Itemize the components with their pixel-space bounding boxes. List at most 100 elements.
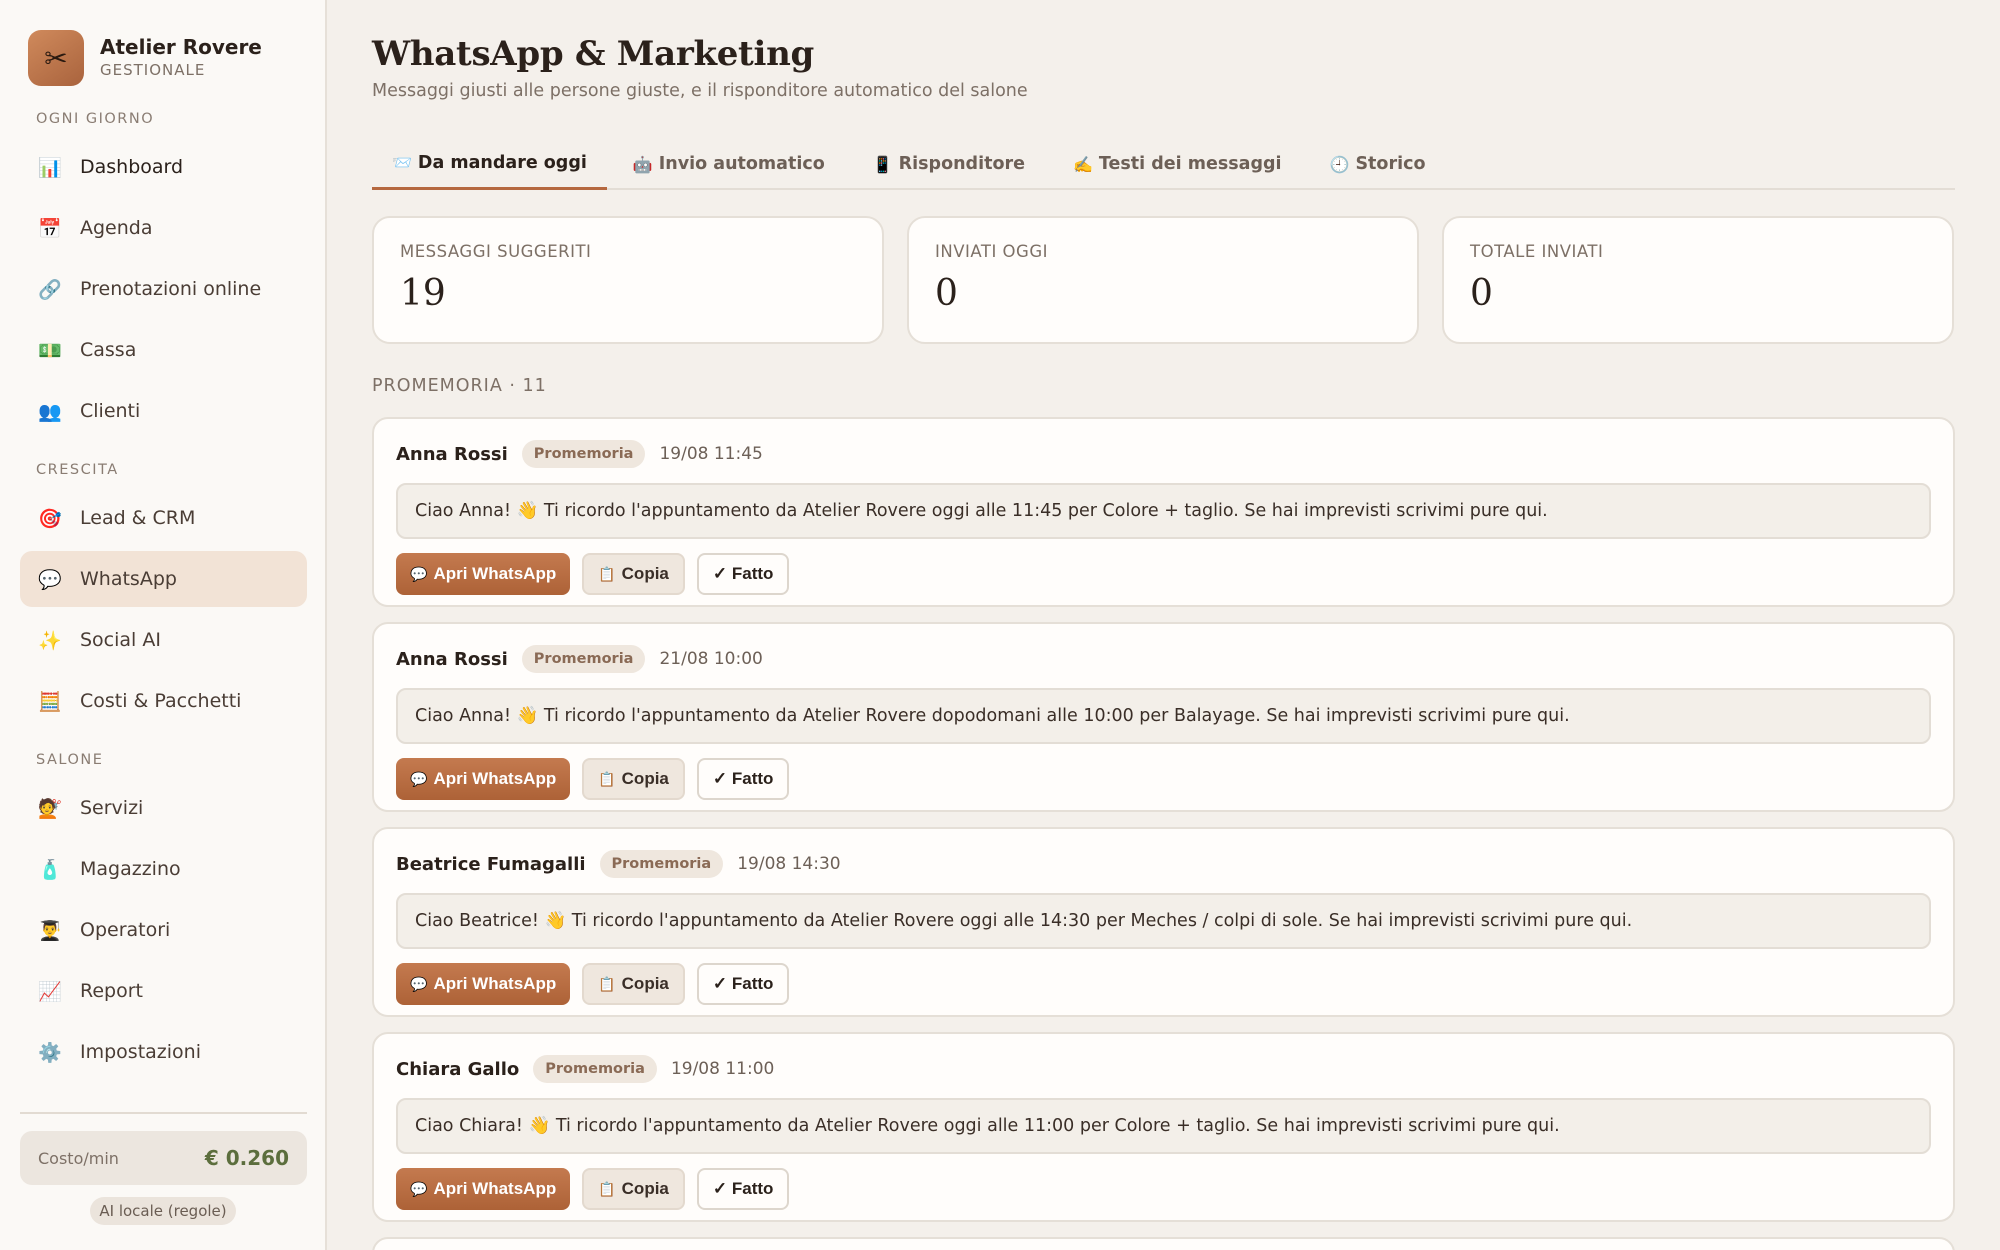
sidebar-item-agenda[interactable]: 📅 Agenda [20, 200, 307, 256]
sidebar-item-operatori[interactable]: 👨‍🎓 Operatori [20, 902, 307, 958]
sidebar-item-online-booking[interactable]: 🔗 Prenotazioni online [20, 261, 307, 317]
done-button[interactable]: ✓ Fatto [696, 1168, 790, 1210]
button-label: Copia [621, 1179, 669, 1198]
section-heading: PROMEMORIA · 11 [372, 376, 547, 396]
target-icon: 🎯 [38, 507, 62, 530]
tab-invio-automatico[interactable]: 🤖 Invio automatico [613, 138, 845, 190]
done-button[interactable]: ✓ Fatto [696, 758, 790, 800]
scissors-icon: ✂ [28, 30, 84, 86]
users-icon: 👥 [38, 400, 62, 423]
open-whatsapp-button[interactable]: 💬 Apri WhatsApp [396, 1168, 571, 1210]
sidebar-item-label: Magazzino [80, 858, 181, 880]
sidebar-item-magazzino[interactable]: 🧴 Magazzino [20, 841, 307, 897]
stat-value: 0 [1470, 273, 1493, 314]
sidebar-item-dashboard[interactable]: 📊 Dashboard [20, 139, 307, 195]
page-subtitle: Messaggi giusti alle persone giuste, e i… [372, 81, 1028, 101]
sidebar-item-label: Social AI [80, 629, 161, 651]
stat-label: INVIATI OGGI [935, 242, 1048, 261]
clock-icon: 🕘 [1329, 154, 1350, 174]
message-type-badge: Promemoria [521, 440, 646, 468]
message-list: Anna Rossi Promemoria 19/08 11:45 Ciao A… [372, 417, 1955, 1250]
sidebar-item-label: Costi & Pacchetti [80, 690, 242, 712]
open-whatsapp-button[interactable]: 💬 Apri WhatsApp [396, 553, 571, 595]
speech-bubble-icon: 💬 [410, 975, 428, 992]
cost-label: Costo/min [38, 1148, 119, 1168]
sidebar-item-report[interactable]: 📈 Report [20, 963, 307, 1019]
nav-section-daily: OGNI GIORNO [36, 111, 155, 127]
sidebar-item-label: Clienti [80, 400, 141, 422]
calendar-icon: 📅 [38, 217, 62, 240]
sidebar-item-social-ai[interactable]: ✨ Social AI [20, 612, 307, 668]
tab-label: Storico [1355, 154, 1426, 174]
sidebar-item-lead-crm[interactable]: 🎯 Lead & CRM [20, 490, 307, 546]
tab-risponditore[interactable]: 📱 Risponditore [853, 138, 1045, 190]
stat-label: TOTALE INVIATI [1470, 242, 1604, 261]
message-text[interactable]: Ciao Anna! 👋 Ti ricordo l'appuntamento d… [396, 688, 1931, 744]
message-text[interactable]: Ciao Anna! 👋 Ti ricordo l'appuntamento d… [396, 483, 1931, 539]
clipboard-icon: 📋 [598, 770, 616, 787]
stat-card-sent-today: INVIATI OGGI 0 [907, 216, 1419, 344]
sidebar-item-impostazioni[interactable]: ⚙️ Impostazioni [20, 1024, 307, 1080]
button-label: Apri WhatsApp [433, 1179, 557, 1198]
tab-label: Testi dei messaggi [1098, 154, 1282, 174]
speech-bubble-icon: 💬 [38, 568, 62, 591]
tab-testi-messaggi[interactable]: ✍️ Testi dei messaggi [1053, 138, 1302, 190]
stats-row: MESSAGGI SUGGERITI 19 INVIATI OGGI 0 TOT… [372, 216, 1955, 344]
nav-section-salon: SALONE [36, 752, 104, 768]
copy-button[interactable]: 📋 Copia [582, 553, 685, 595]
brand[interactable]: ✂ Atelier Rovere GESTIONALE [28, 30, 262, 86]
button-label: Copia [621, 769, 669, 788]
message-text[interactable]: Ciao Chiara! 👋 Ti ricordo l'appuntamento… [396, 1098, 1931, 1154]
chart-icon: 📊 [38, 156, 62, 179]
tab-storico[interactable]: 🕘 Storico [1310, 138, 1446, 190]
sidebar-item-whatsapp[interactable]: 💬 WhatsApp [20, 551, 307, 607]
abacus-icon: 🧮 [38, 690, 62, 713]
sidebar-item-label: Dashboard [80, 156, 184, 178]
open-whatsapp-button[interactable]: 💬 Apri WhatsApp [396, 758, 571, 800]
button-label: Copia [621, 564, 669, 583]
inbox-tray-icon: 📨 [392, 153, 412, 172]
sidebar-item-label: Impostazioni [80, 1041, 201, 1063]
sidebar: ✂ Atelier Rovere GESTIONALE OGNI GIORNO … [0, 0, 327, 1250]
sidebar-item-costs-packages[interactable]: 🧮 Costi & Pacchetti [20, 673, 307, 729]
copy-button[interactable]: 📋 Copia [582, 758, 685, 800]
appointment-time: 21/08 10:00 [659, 649, 763, 669]
sidebar-item-label: WhatsApp [80, 568, 177, 590]
tab-label: Da mandare oggi [417, 152, 587, 173]
clipboard-icon: 📋 [598, 975, 616, 992]
page-title: WhatsApp & Marketing [372, 34, 814, 74]
sidebar-item-cassa[interactable]: 💵 Cassa [20, 322, 307, 378]
sidebar-item-label: Agenda [80, 217, 153, 239]
button-label: Apri WhatsApp [433, 564, 557, 583]
tab-da-mandare-oggi[interactable]: 📨 Da mandare oggi [372, 138, 607, 190]
message-card: Beatrice Fumagalli Promemoria 19/08 14:3… [372, 827, 1955, 1017]
cost-per-minute: Costo/min € 0.260 [20, 1131, 307, 1185]
open-whatsapp-button[interactable]: 💬 Apri WhatsApp [396, 963, 571, 1005]
clipboard-icon: 📋 [598, 1180, 616, 1197]
client-name: Chiara Gallo [396, 1058, 520, 1080]
stat-label: MESSAGGI SUGGERITI [400, 242, 592, 261]
tab-label: Risponditore [898, 154, 1025, 174]
clipboard-icon: 📋 [598, 565, 616, 582]
link-icon: 🔗 [38, 278, 62, 301]
cost-value: € 0.260 [204, 1146, 289, 1170]
speech-bubble-icon: 💬 [410, 1180, 428, 1197]
client-name: Beatrice Fumagalli [396, 853, 586, 875]
message-text[interactable]: Ciao Beatrice! 👋 Ti ricordo l'appuntamen… [396, 893, 1931, 949]
appointment-time: 19/08 11:45 [659, 444, 763, 464]
phone-icon: 📱 [872, 154, 893, 174]
brand-subtitle: GESTIONALE [100, 61, 206, 79]
trend-chart-icon: 📈 [38, 980, 62, 1003]
sidebar-item-clienti[interactable]: 👥 Clienti [20, 383, 307, 439]
robot-icon: 🤖 [632, 154, 653, 174]
done-button[interactable]: ✓ Fatto [696, 553, 790, 595]
copy-button[interactable]: 📋 Copia [582, 1168, 685, 1210]
bottle-icon: 🧴 [38, 858, 62, 881]
message-type-badge: Promemoria [533, 1055, 657, 1083]
done-button[interactable]: ✓ Fatto [696, 963, 790, 1005]
sidebar-item-label: Cassa [80, 339, 137, 361]
tab-bar: 📨 Da mandare oggi 🤖 Invio automatico 📱 R… [372, 138, 1955, 190]
copy-button[interactable]: 📋 Copia [582, 963, 685, 1005]
speech-bubble-icon: 💬 [410, 565, 428, 582]
sidebar-item-servizi[interactable]: 💇 Servizi [20, 780, 307, 836]
